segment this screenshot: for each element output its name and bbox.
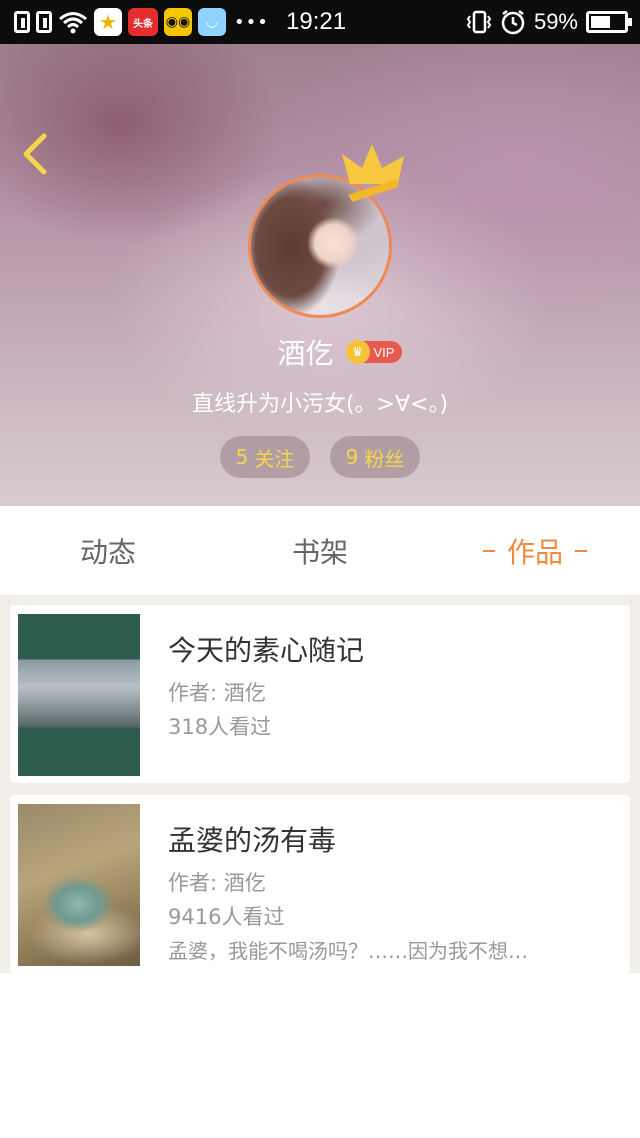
- follow-count: 5: [235, 445, 249, 469]
- crown-icon: [342, 144, 404, 202]
- username: 酒仡: [277, 337, 334, 370]
- work-card[interactable]: 孟婆的汤有毒 作者: 酒仡 9416人看过 孟婆，我能不喝汤吗？……因为我不想…: [10, 795, 630, 973]
- work-card[interactable]: 今天的素心随记 作者: 酒仡 318人看过: [10, 605, 630, 783]
- work-description: 孟婆，我能不喝汤吗？……因为我不想…: [168, 939, 528, 963]
- sim-card-1-icon: [14, 11, 30, 33]
- username-row: 酒仡 ♛ VIP: [0, 332, 640, 372]
- avatar-container[interactable]: [248, 144, 404, 318]
- work-cover-image[interactable]: [18, 614, 140, 776]
- star-app-icon: ★: [94, 8, 122, 36]
- work-views: 9416人看过: [168, 905, 285, 929]
- fans-count: 9: [345, 445, 359, 469]
- work-cover-image[interactable]: [18, 804, 140, 966]
- work-author: 作者: 酒仡: [168, 871, 266, 895]
- toutiao-app-icon: 头条: [128, 8, 158, 36]
- shopping-bag-app-icon: ◡: [198, 8, 226, 36]
- status-right: 59%: [466, 8, 632, 36]
- vip-badge[interactable]: ♛ VIP: [345, 340, 403, 364]
- vip-label: VIP: [373, 344, 395, 360]
- profile-tabs: 动态 书架 作品: [0, 507, 640, 595]
- tab-activity[interactable]: 动态: [38, 507, 178, 595]
- stats-row: 5 关注 9 粉丝: [0, 436, 640, 478]
- tab-active-indicator-left: [482, 550, 495, 552]
- profile-header: 酒仡 ♛ VIP 直线升为小污女(。>∀<。) 5 关注 9 粉丝: [0, 44, 640, 506]
- vip-crown-icon: ♛: [345, 340, 370, 364]
- work-author: 作者: 酒仡: [168, 681, 266, 705]
- follow-label: 关注: [254, 446, 295, 471]
- alarm-icon: [501, 10, 525, 35]
- works-list: 今天的素心随记 作者: 酒仡 318人看过 孟婆的汤有毒 作者: 酒仡 9416…: [0, 595, 640, 973]
- sim-card-2-icon: [36, 11, 52, 33]
- eyes-app-icon: ◉◉: [164, 8, 192, 36]
- battery-percent: 59%: [533, 9, 578, 34]
- wifi-icon: [59, 12, 87, 34]
- back-arrow-icon[interactable]: [14, 128, 54, 178]
- work-views: 318人看过: [168, 715, 272, 739]
- user-bio: 直线升为小污女(。>∀<。): [191, 392, 449, 417]
- tab-bookshelf[interactable]: 书架: [250, 507, 390, 595]
- vibrate-icon: [466, 10, 492, 34]
- work-title[interactable]: 孟婆的汤有毒: [168, 819, 336, 859]
- work-title[interactable]: 今天的素心随记: [168, 629, 364, 669]
- follow-count-button[interactable]: 5 关注: [220, 436, 310, 478]
- status-left: ★ 头条 ◉◉ ◡ •••: [14, 8, 269, 36]
- tab-works[interactable]: 作品: [460, 507, 610, 595]
- fans-count-button[interactable]: 9 粉丝: [330, 436, 420, 478]
- status-time: 19:21: [286, 8, 347, 35]
- tab-works-label: 作品: [506, 536, 563, 569]
- status-bar: ★ 头条 ◉◉ ◡ ••• 19:21 59%: [0, 0, 640, 44]
- tab-active-indicator-right: [575, 550, 587, 552]
- battery-icon: [586, 11, 632, 33]
- fans-label: 粉丝: [364, 446, 405, 471]
- more-notifications-icon: •••: [234, 11, 269, 33]
